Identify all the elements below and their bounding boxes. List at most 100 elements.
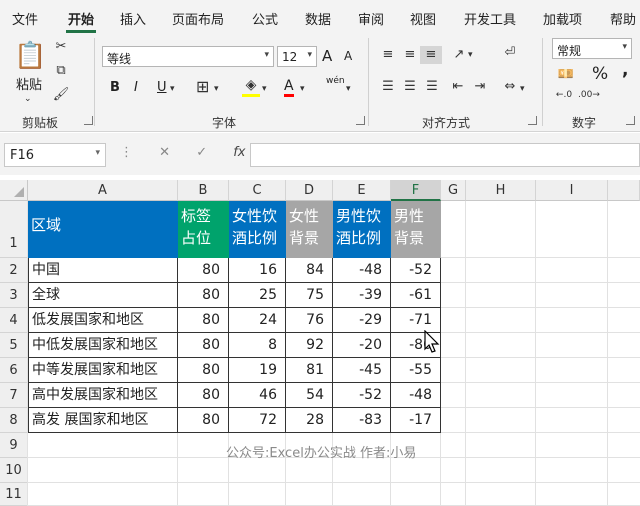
tab-11[interactable]: 帮助 — [610, 9, 636, 28]
table-cell[interactable]: 80 — [178, 333, 229, 358]
increase-decimal-icon[interactable]: ←.0 — [554, 86, 574, 104]
underline-dropdown-icon[interactable]: ▾ — [170, 80, 175, 98]
number-format-select[interactable]: 常规 ▾ — [552, 38, 632, 59]
alignment-launcher-icon[interactable] — [528, 116, 537, 125]
table-cell[interactable]: -39 — [333, 283, 391, 308]
table-header-cell[interactable]: 标签 占位 — [178, 201, 229, 258]
row-header-10[interactable]: 10 — [0, 458, 28, 483]
table-cell[interactable]: 25 — [229, 283, 286, 308]
table-cell[interactable]: 84 — [286, 258, 333, 283]
table-cell[interactable]: 80 — [178, 308, 229, 333]
column-header-h[interactable]: H — [466, 180, 536, 201]
table-cell[interactable]: 低发展国家和地区 — [28, 308, 178, 333]
row-header-6[interactable]: 6 — [0, 358, 28, 383]
borders-dropdown-icon[interactable]: ▾ — [214, 80, 219, 98]
tab-1[interactable]: 文件 — [12, 9, 38, 28]
tab-3[interactable]: 插入 — [120, 9, 146, 28]
table-cell[interactable]: 24 — [229, 308, 286, 333]
cut-icon[interactable]: ✂ — [52, 38, 70, 56]
row-header-9[interactable]: 9 — [0, 433, 28, 458]
column-header-f[interactable]: F — [391, 180, 441, 201]
table-cell[interactable]: 81 — [286, 358, 333, 383]
tab-8[interactable]: 视图 — [410, 9, 436, 28]
table-cell[interactable]: 92 — [286, 333, 333, 358]
font-color-dropdown-icon[interactable]: ▾ — [300, 80, 305, 98]
align-left-icon[interactable]: ☰ — [378, 78, 398, 96]
table-header-cell[interactable]: 女性饮 酒比例 — [229, 201, 286, 258]
column-header-b[interactable]: B — [178, 180, 229, 201]
row-header-5[interactable]: 5 — [0, 333, 28, 358]
table-cell[interactable]: -61 — [391, 283, 441, 308]
tab-10[interactable]: 加载项 — [543, 9, 582, 28]
table-cell[interactable]: 54 — [286, 383, 333, 408]
italic-button[interactable]: I — [134, 80, 138, 95]
table-cell[interactable]: 中低发展国家和地区 — [28, 333, 178, 358]
paste-dropdown-icon[interactable]: ⌄ — [24, 90, 32, 108]
grow-font-button[interactable]: A — [322, 47, 332, 65]
row-header-7[interactable]: 7 — [0, 383, 28, 408]
align-middle-icon[interactable]: ≡ — [400, 46, 420, 64]
copy-icon[interactable]: ⧉ — [52, 62, 70, 80]
table-cell[interactable]: -48 — [333, 258, 391, 283]
table-header-cell[interactable]: 男性饮 酒比例 — [333, 201, 391, 258]
row-header-11[interactable]: 11 — [0, 483, 28, 506]
shrink-font-button[interactable]: A — [344, 49, 352, 63]
tab-2[interactable]: 开始 — [68, 9, 94, 28]
table-cell[interactable]: -48 — [391, 383, 441, 408]
tab-6[interactable]: 数据 — [305, 9, 331, 28]
tab-9[interactable]: 开发工具 — [464, 9, 516, 28]
align-center-icon[interactable]: ☰ — [400, 78, 420, 96]
table-cell[interactable]: -29 — [333, 308, 391, 333]
table-cell[interactable]: -83 — [333, 408, 391, 433]
fill-color-icon[interactable]: ◈ — [242, 76, 260, 97]
align-top-icon[interactable]: ≡ — [378, 46, 398, 64]
row-header-2[interactable]: 2 — [0, 258, 28, 283]
select-all-corner[interactable] — [0, 180, 28, 201]
number-launcher-icon[interactable] — [626, 116, 635, 125]
table-cell[interactable]: -20 — [333, 333, 391, 358]
underline-button[interactable]: U — [157, 80, 167, 95]
worksheet-grid[interactable]: A B C D E F G H I 1 2 3 4 5 6 7 8 9 10 11 区域 标签 占位 女性饮 酒比例 女性 背景 男性… — [0, 180, 640, 506]
fill-dropdown-icon[interactable]: ▾ — [262, 80, 267, 98]
table-cell[interactable]: 80 — [178, 283, 229, 308]
phonetic-button[interactable]: wén — [326, 76, 345, 86]
table-cell[interactable]: 中等发展国家和地区 — [28, 358, 178, 383]
decrease-indent-icon[interactable]: ⇤ — [448, 78, 468, 96]
table-cell[interactable]: 72 — [229, 408, 286, 433]
row-header-4[interactable]: 4 — [0, 308, 28, 333]
table-cell[interactable]: 46 — [229, 383, 286, 408]
table-header-cell[interactable]: 女性 背景 — [286, 201, 333, 258]
font-launcher-icon[interactable] — [356, 116, 365, 125]
table-cell[interactable]: 76 — [286, 308, 333, 333]
font-size-select[interactable]: 12 ▾ — [277, 46, 317, 67]
table-cell[interactable]: 19 — [229, 358, 286, 383]
table-cell[interactable]: -17 — [391, 408, 441, 433]
table-cell[interactable]: -52 — [391, 258, 441, 283]
table-cell[interactable]: 高发 展国家和地区 — [28, 408, 178, 433]
row-header-1[interactable]: 1 — [0, 201, 28, 258]
merge-dropdown-icon[interactable]: ▾ — [520, 80, 525, 98]
table-cell[interactable]: 28 — [286, 408, 333, 433]
accounting-format-icon[interactable]: 💴 — [554, 66, 578, 84]
font-color-button[interactable]: A — [284, 78, 294, 97]
table-cell[interactable]: 80 — [178, 408, 229, 433]
increase-indent-icon[interactable]: ⇥ — [470, 78, 490, 96]
column-header-i[interactable]: I — [536, 180, 608, 201]
table-cell[interactable]: -45 — [333, 358, 391, 383]
row-header-8[interactable]: 8 — [0, 408, 28, 433]
align-right-icon[interactable]: ☰ — [422, 78, 442, 96]
format-painter-icon[interactable]: 🖌 — [52, 86, 70, 104]
insert-function-icon[interactable]: fx — [233, 145, 245, 160]
formula-input[interactable] — [250, 143, 640, 167]
table-cell[interactable]: 16 — [229, 258, 286, 283]
table-cell[interactable]: -55 — [391, 358, 441, 383]
font-name-select[interactable]: 等线 ▾ — [102, 46, 274, 67]
table-cell[interactable]: 80 — [178, 258, 229, 283]
column-header-d[interactable]: D — [286, 180, 333, 201]
borders-icon[interactable]: ⊞ — [196, 78, 209, 96]
name-box[interactable]: F16 ▾ — [4, 143, 106, 167]
orientation-icon[interactable]: ↗ — [448, 46, 470, 64]
enter-icon[interactable]: ✓ — [196, 145, 207, 160]
table-header-cell[interactable]: 男性 背景 — [391, 201, 441, 258]
tab-7[interactable]: 审阅 — [358, 9, 384, 28]
